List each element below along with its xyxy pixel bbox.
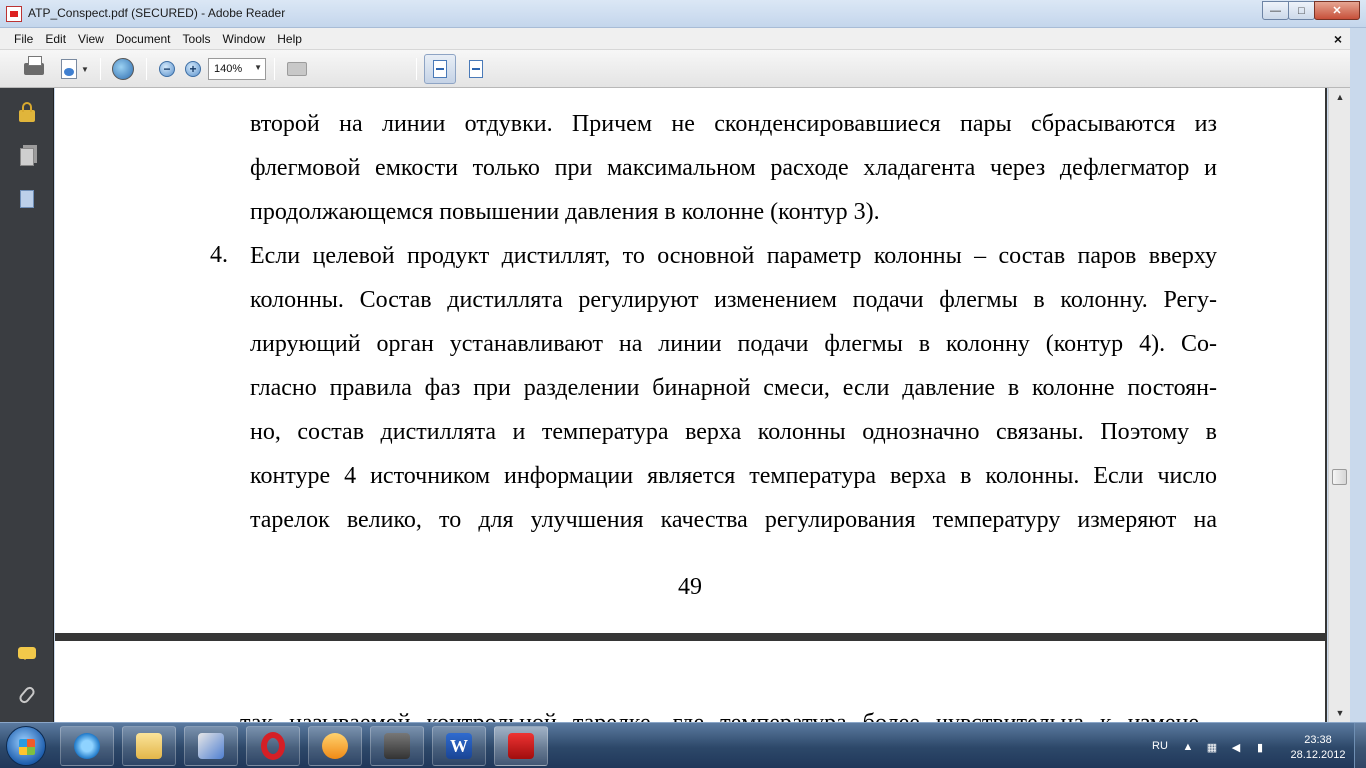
taskbar-media-player[interactable] [308, 726, 362, 766]
zoom-level-value: 140% [214, 63, 243, 75]
scrollbar-thumb[interactable] [1332, 469, 1347, 485]
text-line: контуре 4 источником информации является… [250, 463, 1217, 489]
internet-explorer-icon [74, 733, 100, 759]
zoom-in-button[interactable]: + [182, 56, 204, 82]
taskbar-adobe-reader[interactable] [494, 726, 548, 766]
text-line: флегмовой емкости только при максимально… [250, 155, 1217, 181]
zoom-level-field[interactable]: 140% ▼ [208, 58, 266, 80]
window-frame-right [1350, 28, 1366, 722]
toolbar-divider [146, 58, 147, 80]
clock-time: 23:38 [1304, 734, 1332, 746]
text-line: так называемой контрольной тарелке, где … [240, 709, 1207, 722]
print-button[interactable] [20, 56, 48, 82]
document-view[interactable]: второй на линии отдувки. Причем не сконд… [55, 88, 1327, 722]
menu-tools[interactable]: Tools [177, 32, 217, 46]
folder-icon [136, 733, 162, 759]
menu-help[interactable]: Help [271, 32, 308, 46]
globe-icon [112, 58, 134, 80]
close-document-icon[interactable]: × [1334, 31, 1342, 47]
menu-view[interactable]: View [72, 32, 110, 46]
taskbar-tools-app[interactable] [184, 726, 238, 766]
title-bar: ATP_Conspect.pdf (SECURED) - Adobe Reade… [0, 0, 1366, 28]
text-line: второй на линии отдувки. Причем не сконд… [250, 111, 1217, 137]
taskbar-internet-explorer[interactable] [60, 726, 114, 766]
text-line: продолжающемся повышении давления в коло… [250, 199, 880, 225]
navigation-panel [0, 88, 54, 722]
text-line: гласно правила фаз при разделении бинарн… [250, 375, 1217, 401]
opera-icon [261, 732, 285, 760]
zoom-in-icon: + [185, 61, 201, 77]
toolbar-divider [416, 58, 417, 80]
minimize-button[interactable]: — [1262, 1, 1289, 20]
scroll-down-arrow-icon[interactable]: ▼ [1329, 704, 1351, 722]
fit-width-button[interactable] [424, 54, 456, 84]
text-line: но, состав дистиллята и температура верх… [250, 419, 1217, 445]
menu-window[interactable]: Window [217, 32, 272, 46]
adobe-reader-icon [508, 733, 534, 759]
text-line: тарелок велико, то для улучшения качеств… [250, 507, 1217, 533]
fit-page-button[interactable] [462, 56, 490, 82]
attachments-icon[interactable] [16, 684, 38, 706]
taskbar-file-explorer[interactable] [122, 726, 176, 766]
security-lock-icon[interactable] [16, 102, 38, 124]
fit-width-icon [433, 60, 447, 78]
taskbar: W RU ▲ ▦ ◀ ▮ 23:38 28.12.2012 [0, 722, 1366, 768]
pdf-page-49: второй на линии отдувки. Причем не сконд… [55, 88, 1325, 633]
share-document-icon [61, 59, 78, 79]
vertical-scrollbar[interactable]: ▲ ▼ [1328, 88, 1350, 722]
fit-page-icon [469, 60, 483, 78]
maximize-button[interactable]: □ [1288, 1, 1315, 20]
pdf-page-50: так называемой контрольной тарелке, где … [55, 641, 1325, 722]
battery-icon[interactable]: ▮ [1254, 741, 1266, 754]
comments-icon[interactable] [16, 642, 38, 664]
system-clock[interactable]: 23:38 28.12.2012 [1290, 733, 1346, 763]
collaborate-button[interactable] [108, 56, 138, 82]
menu-bar: File Edit View Document Tools Window Hel… [0, 28, 1366, 50]
window-title: ATP_Conspect.pdf (SECURED) - Adobe Reade… [28, 6, 286, 20]
clock-date: 28.12.2012 [1290, 749, 1346, 761]
media-player-icon [322, 733, 348, 759]
menu-file[interactable]: File [8, 32, 39, 46]
list-number: 4. [210, 242, 228, 268]
volume-icon[interactable]: ◀ [1230, 741, 1242, 754]
printer-icon [24, 56, 44, 75]
snapshot-button[interactable] [284, 56, 310, 82]
chevron-down-icon: ▼ [81, 64, 89, 74]
network-icon[interactable]: ▦ [1206, 741, 1218, 754]
share-button[interactable]: ▼ [56, 56, 94, 82]
pages-icon[interactable] [16, 146, 38, 168]
show-desktop-button[interactable] [1354, 723, 1366, 768]
toolbar: ▼ − + 140% ▼ [0, 50, 1366, 88]
bookmarks-icon[interactable] [16, 188, 38, 210]
word-icon: W [446, 733, 472, 759]
scroll-up-arrow-icon[interactable]: ▲ [1329, 88, 1351, 106]
pdf-app-icon [6, 6, 22, 22]
printer-app-icon [384, 733, 410, 759]
text-line: лирующий орган устанавливают на линии по… [250, 331, 1217, 357]
zoom-out-button[interactable]: − [156, 56, 178, 82]
menu-document[interactable]: Document [110, 32, 177, 46]
taskbar-word[interactable]: W [432, 726, 486, 766]
taskbar-printer-app[interactable] [370, 726, 424, 766]
tray-expand-icon[interactable]: ▲ [1182, 741, 1194, 753]
start-button[interactable] [6, 726, 46, 766]
camera-icon [287, 62, 307, 76]
tools-app-icon [198, 733, 224, 759]
window-controls: — □ ✕ [1262, 1, 1360, 20]
toolbar-divider [274, 58, 275, 80]
chevron-down-icon: ▼ [254, 63, 262, 72]
zoom-out-icon: − [159, 61, 175, 77]
taskbar-opera[interactable] [246, 726, 300, 766]
text-line: Если целевой продукт дистиллят, то основ… [250, 243, 1217, 269]
toolbar-divider [100, 58, 101, 80]
close-button[interactable]: ✕ [1314, 1, 1360, 20]
page-number: 49 [678, 574, 702, 600]
language-indicator[interactable]: RU [1152, 740, 1168, 752]
menu-edit[interactable]: Edit [39, 32, 72, 46]
text-line: колонны. Состав дистиллята регулируют из… [250, 287, 1217, 313]
